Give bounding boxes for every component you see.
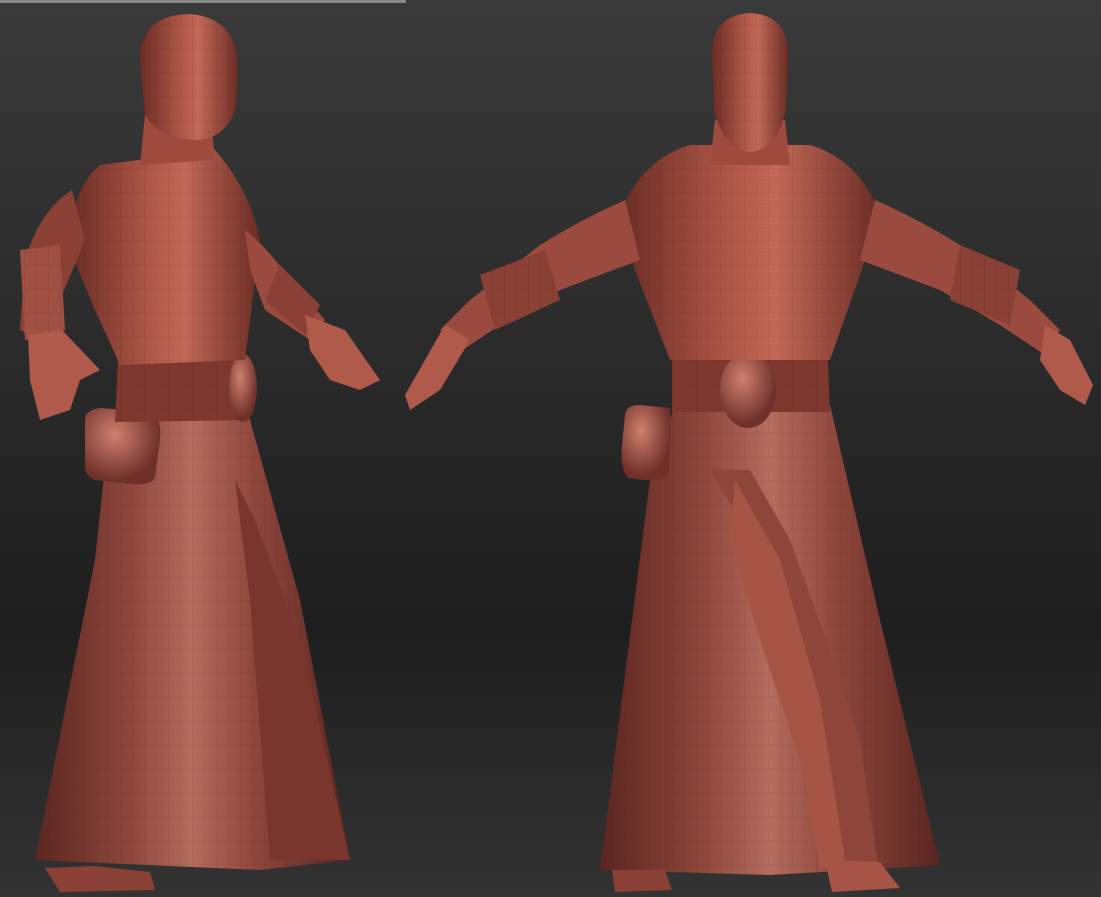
zbrush-viewport[interactable]	[0, 0, 1101, 897]
sculpt-canvas[interactable]	[0, 0, 1101, 897]
figure-three-quarter-view[interactable]	[20, 14, 380, 892]
figure-front-view[interactable]	[405, 13, 1093, 892]
